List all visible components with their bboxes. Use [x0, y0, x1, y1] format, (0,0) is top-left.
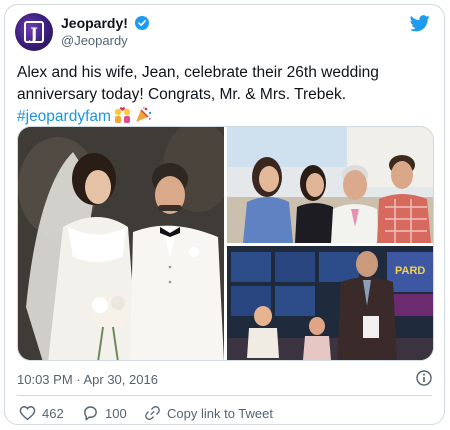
divider [17, 395, 432, 396]
tweet-timestamp[interactable]: 10:03 PM · Apr 30, 2016 [17, 372, 158, 387]
kids-on-set-photo[interactable]: PARD [227, 246, 433, 360]
copy-link-button[interactable]: Copy link to Tweet [144, 405, 273, 421]
tweet-line-2: anniversary today! Congrats, Mr. & Mrs. … [17, 86, 347, 103]
jeopardy-logo: J [24, 21, 44, 43]
party-popper-icon [135, 107, 152, 122]
info-icon[interactable] [416, 370, 432, 391]
twitter-bird-icon[interactable] [409, 15, 430, 37]
svg-text:PARD: PARD [395, 265, 425, 277]
couple-with-heart-icon [114, 107, 131, 123]
heart-icon [19, 406, 36, 421]
like-button[interactable]: 462 [19, 405, 64, 421]
verified-badge-icon [134, 16, 149, 30]
reply-count: 100 [105, 405, 127, 421]
wedding-photo[interactable] [18, 127, 224, 360]
reply-icon [84, 406, 97, 421]
account-handle[interactable]: @Jeopardy [61, 33, 128, 48]
tweet-text: Alex and his wife, Jean, celebrate their… [17, 62, 427, 128]
tweet-card[interactable]: J Jeopardy! @Jeopardy Alex and his wife,… [4, 4, 445, 425]
like-count: 462 [42, 405, 64, 421]
tweet-line-1: Alex and his wife, Jean, celebrate their… [17, 64, 379, 81]
media-grid: PARD [17, 126, 434, 361]
account-name[interactable]: Jeopardy! [61, 15, 128, 31]
tweet-line-3: #jeopardyfam [17, 106, 427, 128]
link-icon [145, 406, 160, 420]
hashtag-link[interactable]: #jeopardyfam [17, 108, 111, 125]
copy-link-label: Copy link to Tweet [167, 405, 273, 421]
family-photo[interactable] [227, 127, 433, 243]
reply-button[interactable]: 100 [82, 405, 127, 421]
account-name-row[interactable]: Jeopardy! [61, 15, 149, 31]
avatar[interactable]: J [15, 13, 53, 51]
